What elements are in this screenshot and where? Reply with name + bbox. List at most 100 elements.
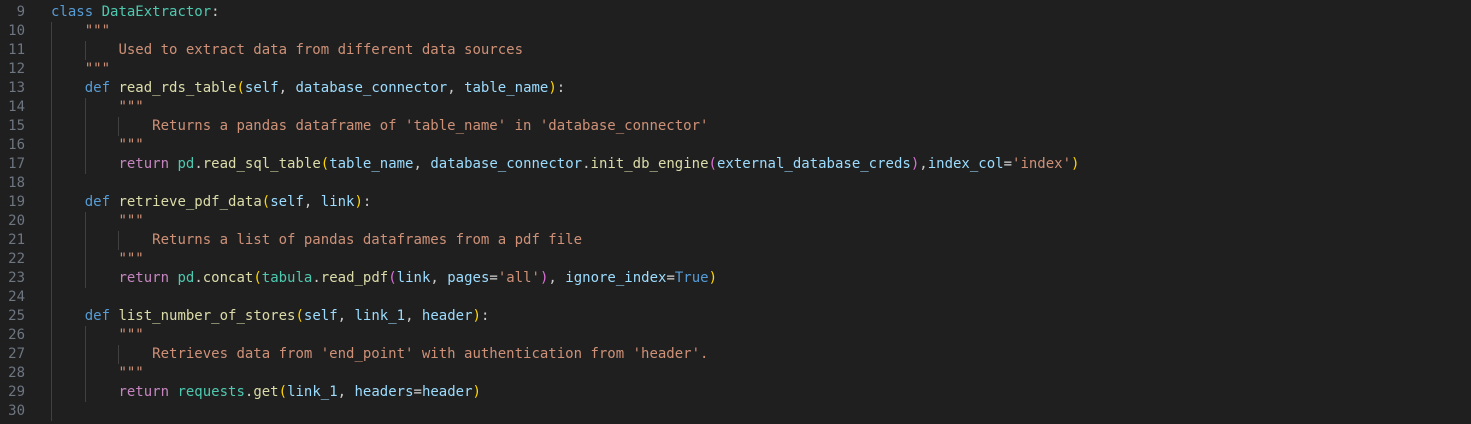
indent-guide: [84, 364, 86, 383]
code-text[interactable]: return requests.get(link_1, headers=head…: [51, 383, 481, 402]
token-str: """: [118, 99, 144, 115]
token-fn: init_db_engine: [590, 156, 709, 172]
indent-guide: [84, 269, 86, 288]
code-line[interactable]: 10 """: [0, 22, 1471, 41]
code-text[interactable]: return pd.concat(tabula.read_pdf(link, p…: [51, 269, 717, 288]
code-text[interactable]: def list_number_of_stores(self, link_1, …: [51, 307, 489, 326]
token-str: """: [118, 137, 144, 153]
code-line[interactable]: 16 """: [0, 136, 1471, 155]
token-p1: (: [295, 308, 304, 324]
line-number: 25: [8, 308, 25, 324]
token-param: pages: [447, 270, 490, 286]
code-text[interactable]: Returns a list of pandas dataframes from…: [51, 231, 582, 250]
line-number: 21: [8, 232, 25, 248]
line-number: 11: [8, 42, 25, 58]
code-text[interactable]: """: [51, 136, 144, 155]
token-default: .: [194, 270, 203, 286]
code-line[interactable]: 25 def list_number_of_stores(self, link_…: [0, 307, 1471, 326]
token-default: ,: [919, 156, 928, 172]
token-str: 'all': [497, 270, 540, 286]
token-default: ,: [405, 308, 422, 324]
indent-guide: [84, 117, 86, 136]
code-line[interactable]: 28 """: [0, 364, 1471, 383]
code-line[interactable]: 14 """: [0, 98, 1471, 117]
code-line[interactable]: 13 def read_rds_table(self, database_con…: [0, 79, 1471, 98]
token-p1: ): [708, 270, 718, 286]
indent-guide: [51, 402, 52, 421]
token-kw: def: [84, 194, 111, 210]
indent-guide: [51, 22, 52, 41]
token-default: ,: [337, 308, 355, 324]
code-text[interactable]: """: [51, 22, 110, 41]
token-default: :: [556, 80, 566, 96]
code-line[interactable]: 23 return pd.concat(tabula.read_pdf(link…: [0, 269, 1471, 288]
token-param: self: [303, 308, 338, 324]
token-fn: list_number_of_stores: [118, 308, 296, 324]
code-line[interactable]: 17 return pd.read_sql_table(table_name, …: [0, 155, 1471, 174]
token-p1: (: [320, 156, 330, 172]
token-default: ,: [337, 384, 355, 400]
token-p2: (: [708, 156, 717, 172]
code-line[interactable]: 12 """: [0, 60, 1471, 79]
token-default: [93, 4, 101, 20]
code-text[interactable]: Used to extract data from different data…: [51, 41, 523, 60]
token-param: table_name: [464, 80, 549, 96]
line-number: 19: [8, 194, 25, 210]
code-text[interactable]: """: [51, 212, 144, 231]
code-text[interactable]: """: [51, 326, 144, 345]
code-text[interactable]: """: [51, 98, 144, 117]
indent-guide: [118, 231, 120, 250]
code-line[interactable]: 24: [0, 288, 1471, 307]
code-line[interactable]: 11 Used to extract data from different d…: [0, 41, 1471, 60]
token-fn: retrieve_pdf_data: [118, 194, 262, 210]
code-text[interactable]: """: [51, 60, 110, 79]
token-kw: def: [84, 80, 111, 96]
token-param: table_name: [329, 156, 414, 172]
code-line[interactable]: 18: [0, 174, 1471, 193]
code-text[interactable]: Returns a pandas dataframe of 'table_nam…: [51, 117, 708, 136]
indent-guide: [51, 288, 52, 307]
token-fn: concat: [202, 270, 254, 286]
token-p1: ): [548, 80, 557, 96]
code-line[interactable]: 22 """: [0, 250, 1471, 269]
indent-guide: [84, 231, 86, 250]
code-line[interactable]: 26 """: [0, 326, 1471, 345]
line-number: 15: [8, 118, 25, 134]
code-editor[interactable]: 9 class DataExtractor: 10 """ 11 Used to ex…: [0, 3, 1471, 421]
indent-guide: [51, 193, 52, 212]
token-str: """: [84, 61, 111, 77]
code-line[interactable]: 21 Returns a list of pandas dataframes f…: [0, 231, 1471, 250]
token-op: =: [1003, 156, 1013, 172]
token-param: self: [270, 194, 304, 210]
token-default: ,: [278, 80, 296, 96]
code-line[interactable]: 20 """: [0, 212, 1471, 231]
line-number: 17: [8, 156, 25, 172]
indent-guide: [84, 326, 86, 345]
code-text[interactable]: """: [51, 250, 144, 269]
code-line[interactable]: 9 class DataExtractor:: [0, 3, 1471, 22]
code-text[interactable]: Retrieves data from 'end_point' with aut…: [51, 345, 708, 364]
code-line[interactable]: 15 Returns a pandas dataframe of 'table_…: [0, 117, 1471, 136]
token-default: .: [582, 156, 591, 172]
token-param: link_1: [354, 308, 406, 324]
token-default: ,: [413, 156, 431, 172]
token-default: :: [480, 308, 490, 324]
code-line[interactable]: 27 Retrieves data from 'end_point' with …: [0, 345, 1471, 364]
code-line[interactable]: 19 def retrieve_pdf_data(self, link):: [0, 193, 1471, 212]
code-text[interactable]: class DataExtractor:: [51, 3, 220, 22]
token-default: :: [211, 4, 220, 20]
code-text[interactable]: def read_rds_table(self, database_connec…: [51, 79, 565, 98]
token-class: pd: [177, 270, 195, 286]
token-str: Used to extract data from different data…: [118, 42, 524, 58]
token-fn: read_pdf: [320, 270, 389, 286]
code-text[interactable]: def retrieve_pdf_data(self, link):: [51, 193, 371, 212]
indent-guide: [51, 383, 52, 402]
code-text[interactable]: return pd.read_sql_table(table_name, dat…: [51, 155, 1079, 174]
indent-guide: [51, 345, 52, 364]
code-line[interactable]: 29 return requests.get(link_1, headers=h…: [0, 383, 1471, 402]
line-number: 27: [8, 346, 25, 362]
code-line[interactable]: 30: [0, 402, 1471, 421]
code-text[interactable]: """: [51, 364, 144, 383]
